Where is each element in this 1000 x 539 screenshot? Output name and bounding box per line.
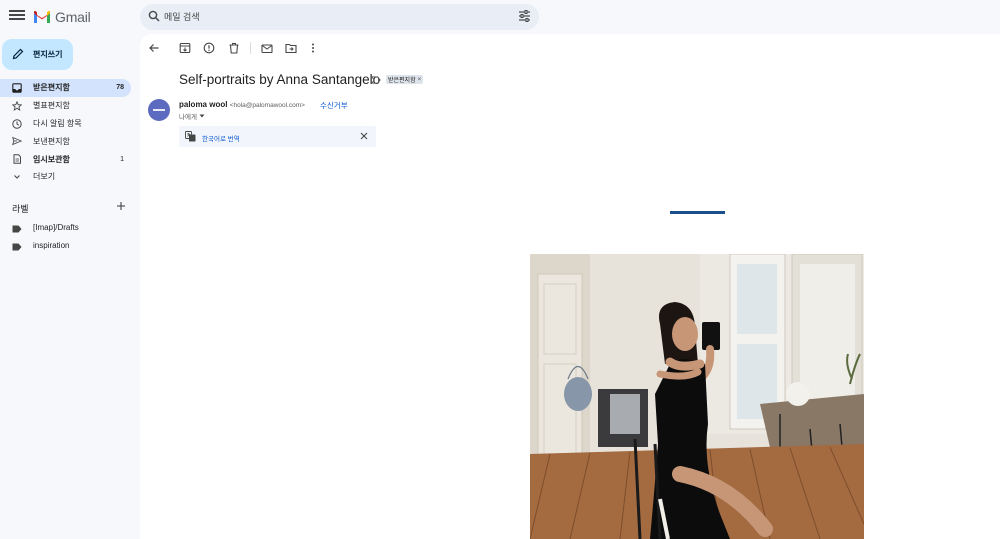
unread-count: 78 [116,84,124,92]
search-bar[interactable] [140,4,539,30]
body-divider-line [670,211,725,214]
pencil-icon [12,48,24,60]
label-item-imap-drafts[interactable]: [Imap]/Drafts [0,220,131,237]
move-to-icon[interactable] [285,42,297,54]
label-item-inspiration[interactable]: inspiration [0,238,131,255]
close-icon[interactable] [360,132,368,140]
sidebar-item-label: 보낸편지함 [33,136,70,146]
email-body-photo[interactable] [530,254,864,539]
label-name: [Imap]/Drafts [33,223,79,232]
sender-email: <hola@palomawool.com> [229,102,305,109]
star-icon [12,100,22,111]
sidebar-item-label: 받은편지함 [33,83,70,93]
email-subject: Self-portraits by Anna Santangelo [179,72,381,87]
translate-bar: 한국어로 번역 [179,126,376,147]
compose-label: 편지쓰기 [33,50,63,59]
compose-button[interactable]: 편지쓰기 [2,39,73,70]
top-bar: Gmail [0,0,1000,34]
chevron-down-icon [14,175,20,179]
send-icon [12,137,22,146]
toolbar-divider [250,42,251,54]
gmail-m-icon [34,10,50,23]
draft-icon [13,154,21,164]
email-view: Self-portraits by Anna Santangelo 받은편지함 … [140,34,1000,539]
sidebar-item-inbox[interactable]: 받은편지함 78 [0,79,131,97]
translate-icon [185,131,196,142]
chip-label: 받은편지함 [388,78,416,84]
sidebar-item-drafts[interactable]: 임시보관함 1 [0,150,131,168]
labels-heading: 라벨 [12,204,29,214]
main-menu-icon[interactable] [9,8,25,24]
app-name: Gmail [55,9,91,25]
sidebar-item-more[interactable]: 더보기 [0,168,131,186]
gmail-logo[interactable]: Gmail [33,9,91,25]
search-input[interactable] [164,8,504,26]
unsubscribe-link[interactable]: 수신거부 [320,100,348,111]
gmail-app: Gmail 편지쓰기 [0,0,1000,539]
sender-name[interactable]: paloma wool [179,100,227,109]
sidebar-item-sent[interactable]: 보낸편지함 [0,132,131,150]
sender-avatar[interactable] [148,99,170,121]
sidebar-item-label: 더보기 [33,172,56,182]
search-icon[interactable] [148,10,160,22]
sidebar-item-label: 별표편지함 [33,101,70,111]
delete-icon[interactable] [228,42,240,54]
add-label-icon[interactable] [116,201,126,211]
sidebar-item-label: 임시보관함 [33,154,70,164]
label-name: inspiration [33,241,70,250]
sidebar-item-label: 다시 알림 항목 [33,118,82,128]
draft-count: 1 [120,155,124,163]
self-portrait-image [530,254,864,539]
recipient-label: 나에게 [179,114,197,121]
mark-unread-icon[interactable] [261,42,273,54]
translate-link[interactable]: 한국어로 번역 [202,133,240,143]
label-tag-icon [12,225,22,233]
back-arrow-icon[interactable] [148,42,160,54]
importance-marker-icon[interactable] [371,76,381,84]
recipient-details[interactable]: 나에게 [179,111,205,121]
inbox-icon [12,83,22,93]
search-options-icon[interactable] [518,10,531,22]
more-options-icon[interactable] [307,42,319,54]
clock-icon [12,118,22,129]
label-tag-icon [12,243,22,251]
inbox-label-chip: 받은편지함 × [386,75,424,84]
remove-label-button[interactable]: × [418,77,422,83]
sidebar-nav: 받은편지함 78 별표편지함 다시 알림 항목 보낸편지함 임시보관함 1 더보… [0,79,131,186]
sidebar-item-starred[interactable]: 별표편지함 [0,97,131,115]
sender-info: paloma wool <hola@palomawool.com> [179,100,305,109]
report-spam-icon[interactable] [203,42,215,54]
caret-down-icon [199,114,205,118]
sidebar-item-snoozed[interactable]: 다시 알림 항목 [0,115,131,133]
archive-icon[interactable] [179,42,191,54]
